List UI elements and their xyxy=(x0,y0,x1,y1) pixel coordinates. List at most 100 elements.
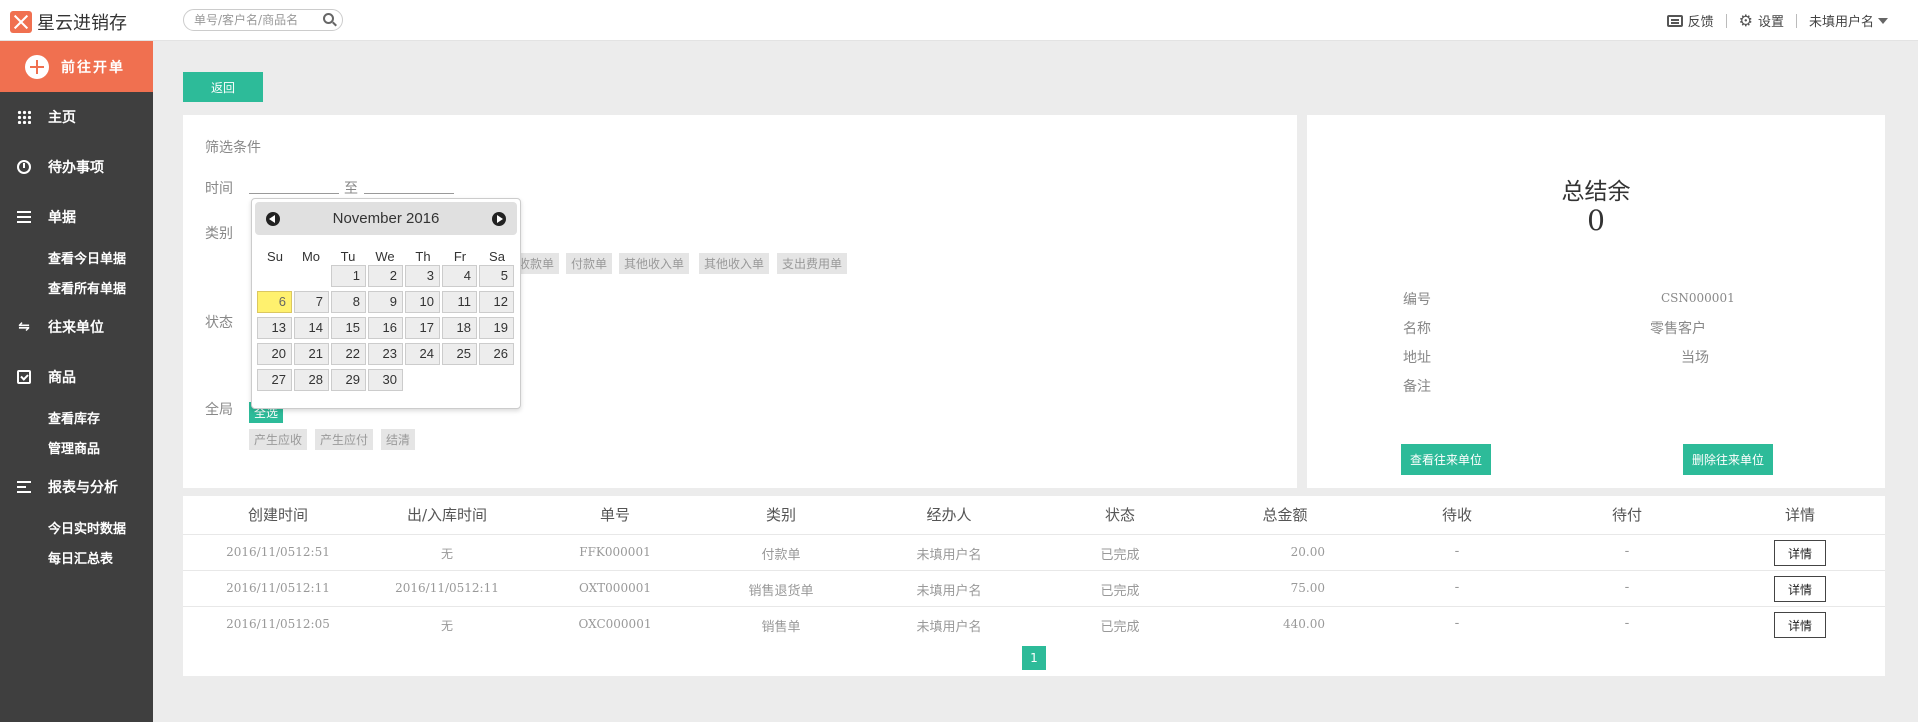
calendar-day[interactable]: 22 xyxy=(331,343,366,365)
search-input[interactable] xyxy=(194,10,322,30)
settings-link[interactable]: ⚙ 设置 xyxy=(1739,11,1784,30)
plus-icon xyxy=(25,54,49,79)
calendar-day[interactable]: 1 xyxy=(331,265,366,287)
calendar-day[interactable]: 16 xyxy=(368,317,403,339)
calendar-day[interactable]: 26 xyxy=(479,343,514,365)
calendar-day[interactable]: 10 xyxy=(405,291,440,313)
detail-button[interactable]: 详情 xyxy=(1774,612,1826,638)
cell-status: 已完成 xyxy=(1100,548,1140,563)
app-logo[interactable]: 星云进销存 xyxy=(10,9,127,35)
calendar-day[interactable]: 18 xyxy=(442,317,477,339)
sidebar-sub-reports-realtime[interactable]: 今日实时数据 xyxy=(48,518,126,537)
detail-button[interactable]: 详情 xyxy=(1774,576,1826,602)
calendar-day[interactable]: 2 xyxy=(368,265,403,287)
sidebar-item-todo[interactable]: 待办事项 xyxy=(0,152,153,182)
back-button[interactable]: 返回 xyxy=(183,72,263,102)
records-table: 创建时间 出/入库时间 单号 类别 经办人 状态 总金额 待收 待付 详情 2016/11/051… xyxy=(183,496,1885,676)
info-label-address: 地址 xyxy=(1403,350,1431,366)
time-label: 时间 xyxy=(205,181,233,197)
calendar-day[interactable]: 21 xyxy=(294,343,329,365)
global-tag-receivable[interactable]: 产生应收 xyxy=(249,429,308,450)
calendar-day[interactable]: 15 xyxy=(331,317,366,339)
sidebar-item-docs[interactable]: 单据 xyxy=(0,202,153,232)
calendar-day[interactable]: 30 xyxy=(368,369,403,391)
calendar-day[interactable]: 8 xyxy=(331,291,366,313)
sidebar-item-label: 待办事项 xyxy=(48,160,104,176)
global-tag-payable[interactable]: 产生应付 xyxy=(315,429,374,450)
sidebar-item-label: 报表与分析 xyxy=(48,480,118,496)
new-order-button[interactable]: 前往开单 xyxy=(0,41,153,92)
calendar-day[interactable]: 11 xyxy=(442,291,477,313)
calendar-day[interactable]: 14 xyxy=(294,317,329,339)
detail-button[interactable]: 详情 xyxy=(1774,540,1826,566)
column-header-category: 类别 xyxy=(765,506,796,524)
sidebar-sub-docs-all[interactable]: 查看所有单据 xyxy=(48,278,126,297)
calendar-month-title: November 2016 xyxy=(332,210,440,227)
sidebar-item-goods[interactable]: 商品 xyxy=(0,362,153,392)
category-tag-expense[interactable]: 支出费用单 xyxy=(777,253,848,274)
calendar-day[interactable]: 20 xyxy=(257,343,292,365)
category-tag-other-income-2[interactable]: 其他收入单 xyxy=(699,253,770,274)
chevron-right-icon[interactable] xyxy=(492,212,506,226)
global-tag-settled[interactable]: 结清 xyxy=(381,429,416,450)
calendar-day[interactable]: 3 xyxy=(405,265,440,287)
column-header-receivable: 待收 xyxy=(1441,506,1472,524)
calendar-day[interactable]: 28 xyxy=(294,369,329,391)
checklist-icon xyxy=(17,370,31,384)
cell-order-number: OXT000001 xyxy=(579,581,651,595)
calendar-day[interactable]: 5 xyxy=(479,265,514,287)
table-row: 2016/11/0512:05 无 OXC000001 销售单 未填用户名 已完成 440.… xyxy=(183,606,1885,642)
calendar-day[interactable]: 13 xyxy=(257,317,292,339)
calendar-header: November 2016 xyxy=(255,202,517,235)
column-header-order-number: 单号 xyxy=(599,506,630,524)
top-header: 星云进销存 反馈 ⚙ 设置 未填用户名 xyxy=(0,0,1918,41)
pagination-page-1[interactable]: 1 xyxy=(1022,646,1046,670)
chevron-down-icon xyxy=(1878,17,1888,24)
calendar-day[interactable]: 7 xyxy=(294,291,329,313)
column-header-handler: 经办人 xyxy=(926,506,972,524)
calendar-day-today[interactable]: 6 xyxy=(257,291,292,313)
view-partner-button[interactable]: 查看往来单位 xyxy=(1401,444,1491,475)
column-header-payable: 待付 xyxy=(1611,506,1642,524)
calendar-day[interactable]: 25 xyxy=(442,343,477,365)
category-label: 类别 xyxy=(205,226,233,242)
column-header-status: 状态 xyxy=(1104,506,1135,524)
cell-receivable: - xyxy=(1454,616,1460,631)
calendar-day[interactable]: 24 xyxy=(405,343,440,365)
info-label-note: 备注 xyxy=(1403,379,1431,395)
calendar-day[interactable]: 4 xyxy=(442,265,477,287)
top-right-menu: 反馈 ⚙ 设置 未填用户名 xyxy=(1666,11,1888,30)
sidebar-item-label: 往来单位 xyxy=(48,320,104,336)
start-date-input[interactable] xyxy=(249,193,339,194)
calendar-day[interactable]: 19 xyxy=(479,317,514,339)
calendar-weekday: Th xyxy=(415,249,431,264)
category-tag-other-income[interactable]: 其他收入单 xyxy=(619,253,690,274)
sidebar-sub-docs-today[interactable]: 查看今日单据 xyxy=(48,248,126,267)
end-date-input[interactable] xyxy=(364,193,454,194)
clock-icon xyxy=(17,160,31,174)
sidebar-sub-goods-stock[interactable]: 查看库存 xyxy=(48,408,100,427)
info-label-id: 编号 xyxy=(1403,292,1431,308)
cell-order-number: FFK000001 xyxy=(579,545,651,559)
user-menu[interactable]: 未填用户名 xyxy=(1809,11,1888,30)
sidebar-sub-goods-manage[interactable]: 管理商品 xyxy=(48,438,100,457)
calendar-day[interactable]: 27 xyxy=(257,369,292,391)
calendar-day[interactable]: 29 xyxy=(331,369,366,391)
calendar-day[interactable]: 12 xyxy=(479,291,514,313)
calendar-day[interactable]: 17 xyxy=(405,317,440,339)
calendar-day[interactable]: 9 xyxy=(368,291,403,313)
feedback-link[interactable]: 反馈 xyxy=(1666,11,1714,30)
sidebar-item-partners[interactable]: ⇋ 往来单位 xyxy=(0,312,153,342)
sidebar-item-reports[interactable]: 报表与分析 xyxy=(0,472,153,502)
divider xyxy=(1725,13,1727,28)
cell-category: 销售单 xyxy=(761,620,801,635)
sidebar-item-home[interactable]: 主页 xyxy=(0,102,153,132)
cell-payable: - xyxy=(1624,544,1630,559)
category-tag-payment[interactable]: 付款单 xyxy=(566,253,613,274)
cell-category: 销售退货单 xyxy=(748,584,814,599)
calendar-day[interactable]: 23 xyxy=(368,343,403,365)
delete-partner-button[interactable]: 删除往来单位 xyxy=(1683,444,1773,475)
search-icon[interactable] xyxy=(323,13,334,24)
sidebar-sub-reports-daily[interactable]: 每日汇总表 xyxy=(48,548,113,567)
sidebar-item-label: 单据 xyxy=(48,210,76,226)
